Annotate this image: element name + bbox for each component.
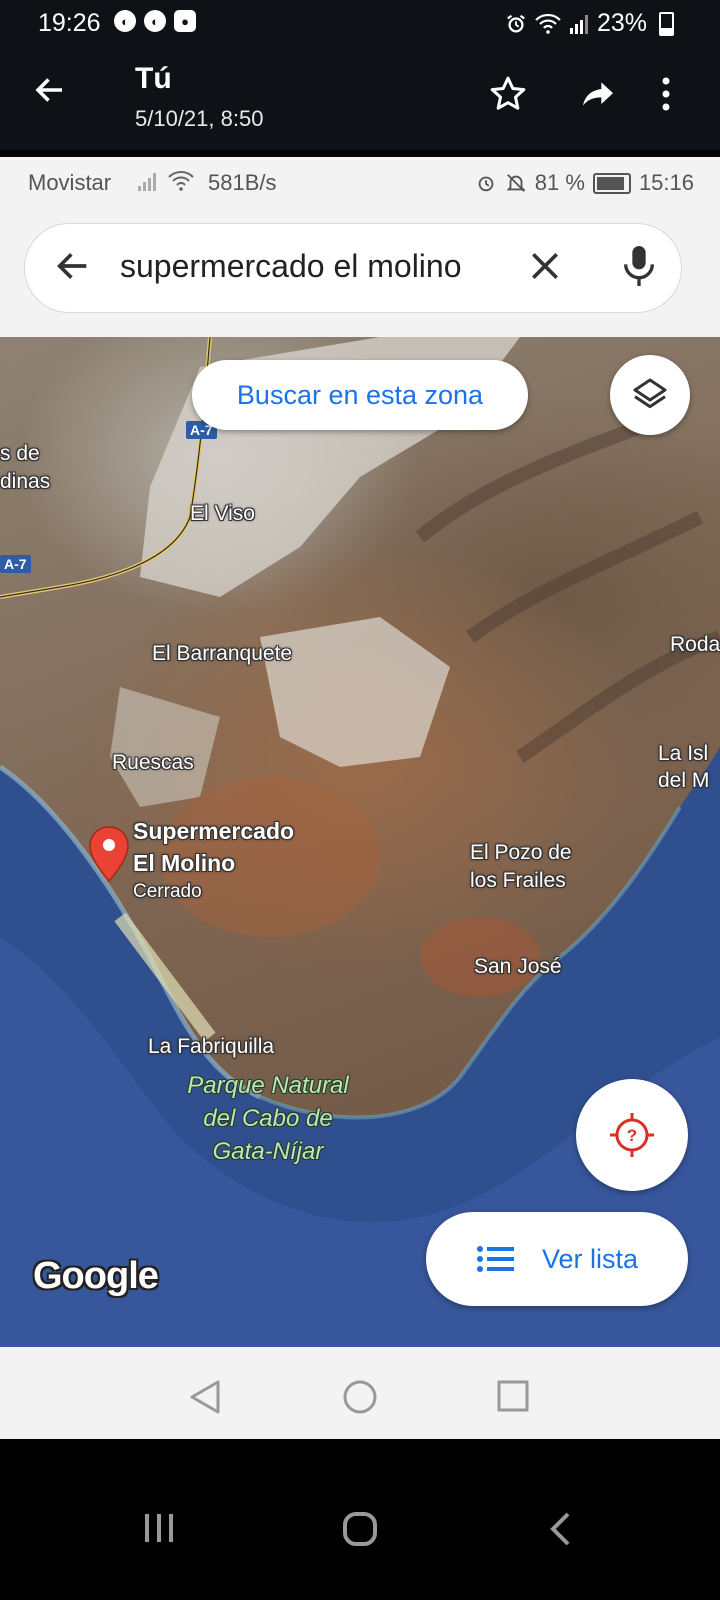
arrow-back-icon[interactable] bbox=[32, 72, 68, 115]
close-icon[interactable] bbox=[525, 246, 565, 291]
marker-status: Cerrado bbox=[133, 881, 202, 902]
my-location-button[interactable]: ? bbox=[576, 1079, 688, 1191]
nav-back-icon[interactable] bbox=[188, 1379, 222, 1420]
signal-icon bbox=[138, 173, 156, 191]
network-speed: 581B/s bbox=[208, 170, 277, 195]
google-logo: Google bbox=[33, 1255, 159, 1297]
road-label: A-7 bbox=[0, 555, 31, 573]
search-query[interactable]: supermercado el molino bbox=[120, 248, 500, 285]
park-label-line: Gata-Níjar bbox=[212, 1138, 324, 1165]
share-icon[interactable] bbox=[578, 74, 618, 119]
inner-time: 15:16 bbox=[638, 170, 694, 195]
app-bar: Tú 5/10/21, 8:50 bbox=[0, 46, 720, 150]
search-query-text: supermercado el molino bbox=[120, 248, 462, 284]
park-label: Parque Natural del Cabo de Gata-Níjar bbox=[168, 1069, 368, 1168]
place-label: Roda bbox=[670, 633, 720, 656]
message-timestamp: 5/10/21, 8:50 bbox=[135, 106, 264, 131]
inner-status-right: 81 % 15:16 bbox=[475, 170, 694, 196]
place-label: El Barranquete bbox=[152, 642, 293, 665]
place-label: Ruescas bbox=[112, 751, 194, 774]
satellite-map[interactable]: A-7 A-7 s de dinas El Viso El Barranquet… bbox=[0, 337, 720, 1347]
wifi-icon bbox=[168, 171, 194, 191]
place-marker-pin-icon[interactable] bbox=[88, 825, 130, 888]
place-label: del M bbox=[658, 769, 710, 792]
nav-home-icon[interactable] bbox=[342, 1379, 378, 1420]
place-label: La Isl bbox=[658, 742, 709, 765]
notification-icons: ◐ ◐ ● bbox=[114, 10, 196, 32]
back-icon[interactable] bbox=[548, 1511, 572, 1552]
layers-icon bbox=[633, 378, 667, 409]
nav-recents-icon[interactable] bbox=[496, 1379, 530, 1418]
more-vert-icon[interactable] bbox=[660, 74, 672, 119]
place-label: los Frailes bbox=[470, 869, 566, 892]
system-nav-bar bbox=[0, 1439, 720, 1600]
list-icon bbox=[476, 1246, 514, 1272]
place-label: La Fabriquilla bbox=[148, 1035, 275, 1058]
status-right: 23% bbox=[505, 9, 674, 38]
marker-name-line: Supermercado bbox=[133, 818, 295, 844]
layers-button[interactable] bbox=[610, 355, 690, 435]
park-label-line: Parque Natural bbox=[187, 1072, 349, 1099]
home-icon[interactable] bbox=[342, 1511, 378, 1552]
battery-icon bbox=[659, 11, 674, 36]
place-label: El Pozo de bbox=[470, 841, 572, 864]
battery-percent: 23% bbox=[596, 9, 647, 37]
search-this-area-button[interactable]: Buscar en esta zona bbox=[192, 360, 528, 430]
alarm-icon bbox=[478, 176, 494, 192]
marker-name-line: El Molino bbox=[133, 850, 236, 876]
view-list-button[interactable]: Ver lista bbox=[426, 1212, 688, 1306]
park-label-line: del Cabo de bbox=[203, 1105, 333, 1132]
alarm-icon bbox=[507, 14, 525, 32]
carrefour-icon: ◐ bbox=[114, 10, 136, 32]
marker-name[interactable]: Supermercado El Molino bbox=[133, 815, 294, 879]
signal-icon bbox=[569, 14, 588, 34]
status-time: 19:26 bbox=[38, 9, 101, 37]
inner-status-bar: Movistar 581B/s 81 % 15:16 bbox=[0, 157, 720, 207]
place-label: San José bbox=[474, 955, 562, 978]
outer-status-bar: 19:26 ◐ ◐ ● 23% bbox=[0, 0, 720, 46]
sender-title: Tú bbox=[135, 62, 172, 95]
battery-icon bbox=[592, 172, 631, 194]
mute-icon bbox=[506, 174, 526, 192]
carrefour-icon: ◐ bbox=[144, 10, 166, 32]
mic-icon[interactable] bbox=[619, 242, 659, 295]
camera-icon: ● bbox=[174, 10, 196, 32]
carrier-name: Movistar bbox=[28, 170, 112, 195]
search-bar[interactable]: supermercado el molino bbox=[24, 223, 682, 313]
star-icon[interactable] bbox=[488, 74, 528, 119]
place-label: dinas bbox=[0, 470, 51, 493]
arrow-back-icon[interactable] bbox=[53, 246, 93, 291]
place-label: s de bbox=[0, 442, 40, 465]
inner-battery-percent: 81 % bbox=[534, 170, 585, 195]
location-unknown-icon: ? bbox=[610, 1113, 654, 1157]
screenshot-image: Movistar 581B/s 81 % 15:16 supermercado … bbox=[0, 157, 720, 1439]
recents-icon[interactable] bbox=[142, 1511, 176, 1550]
inner-nav-bar bbox=[0, 1355, 720, 1439]
svg-text:?: ? bbox=[627, 1126, 637, 1145]
place-label: El Viso bbox=[190, 502, 255, 525]
wifi-icon bbox=[535, 13, 561, 34]
view-list-label: Ver lista bbox=[541, 1243, 639, 1274]
